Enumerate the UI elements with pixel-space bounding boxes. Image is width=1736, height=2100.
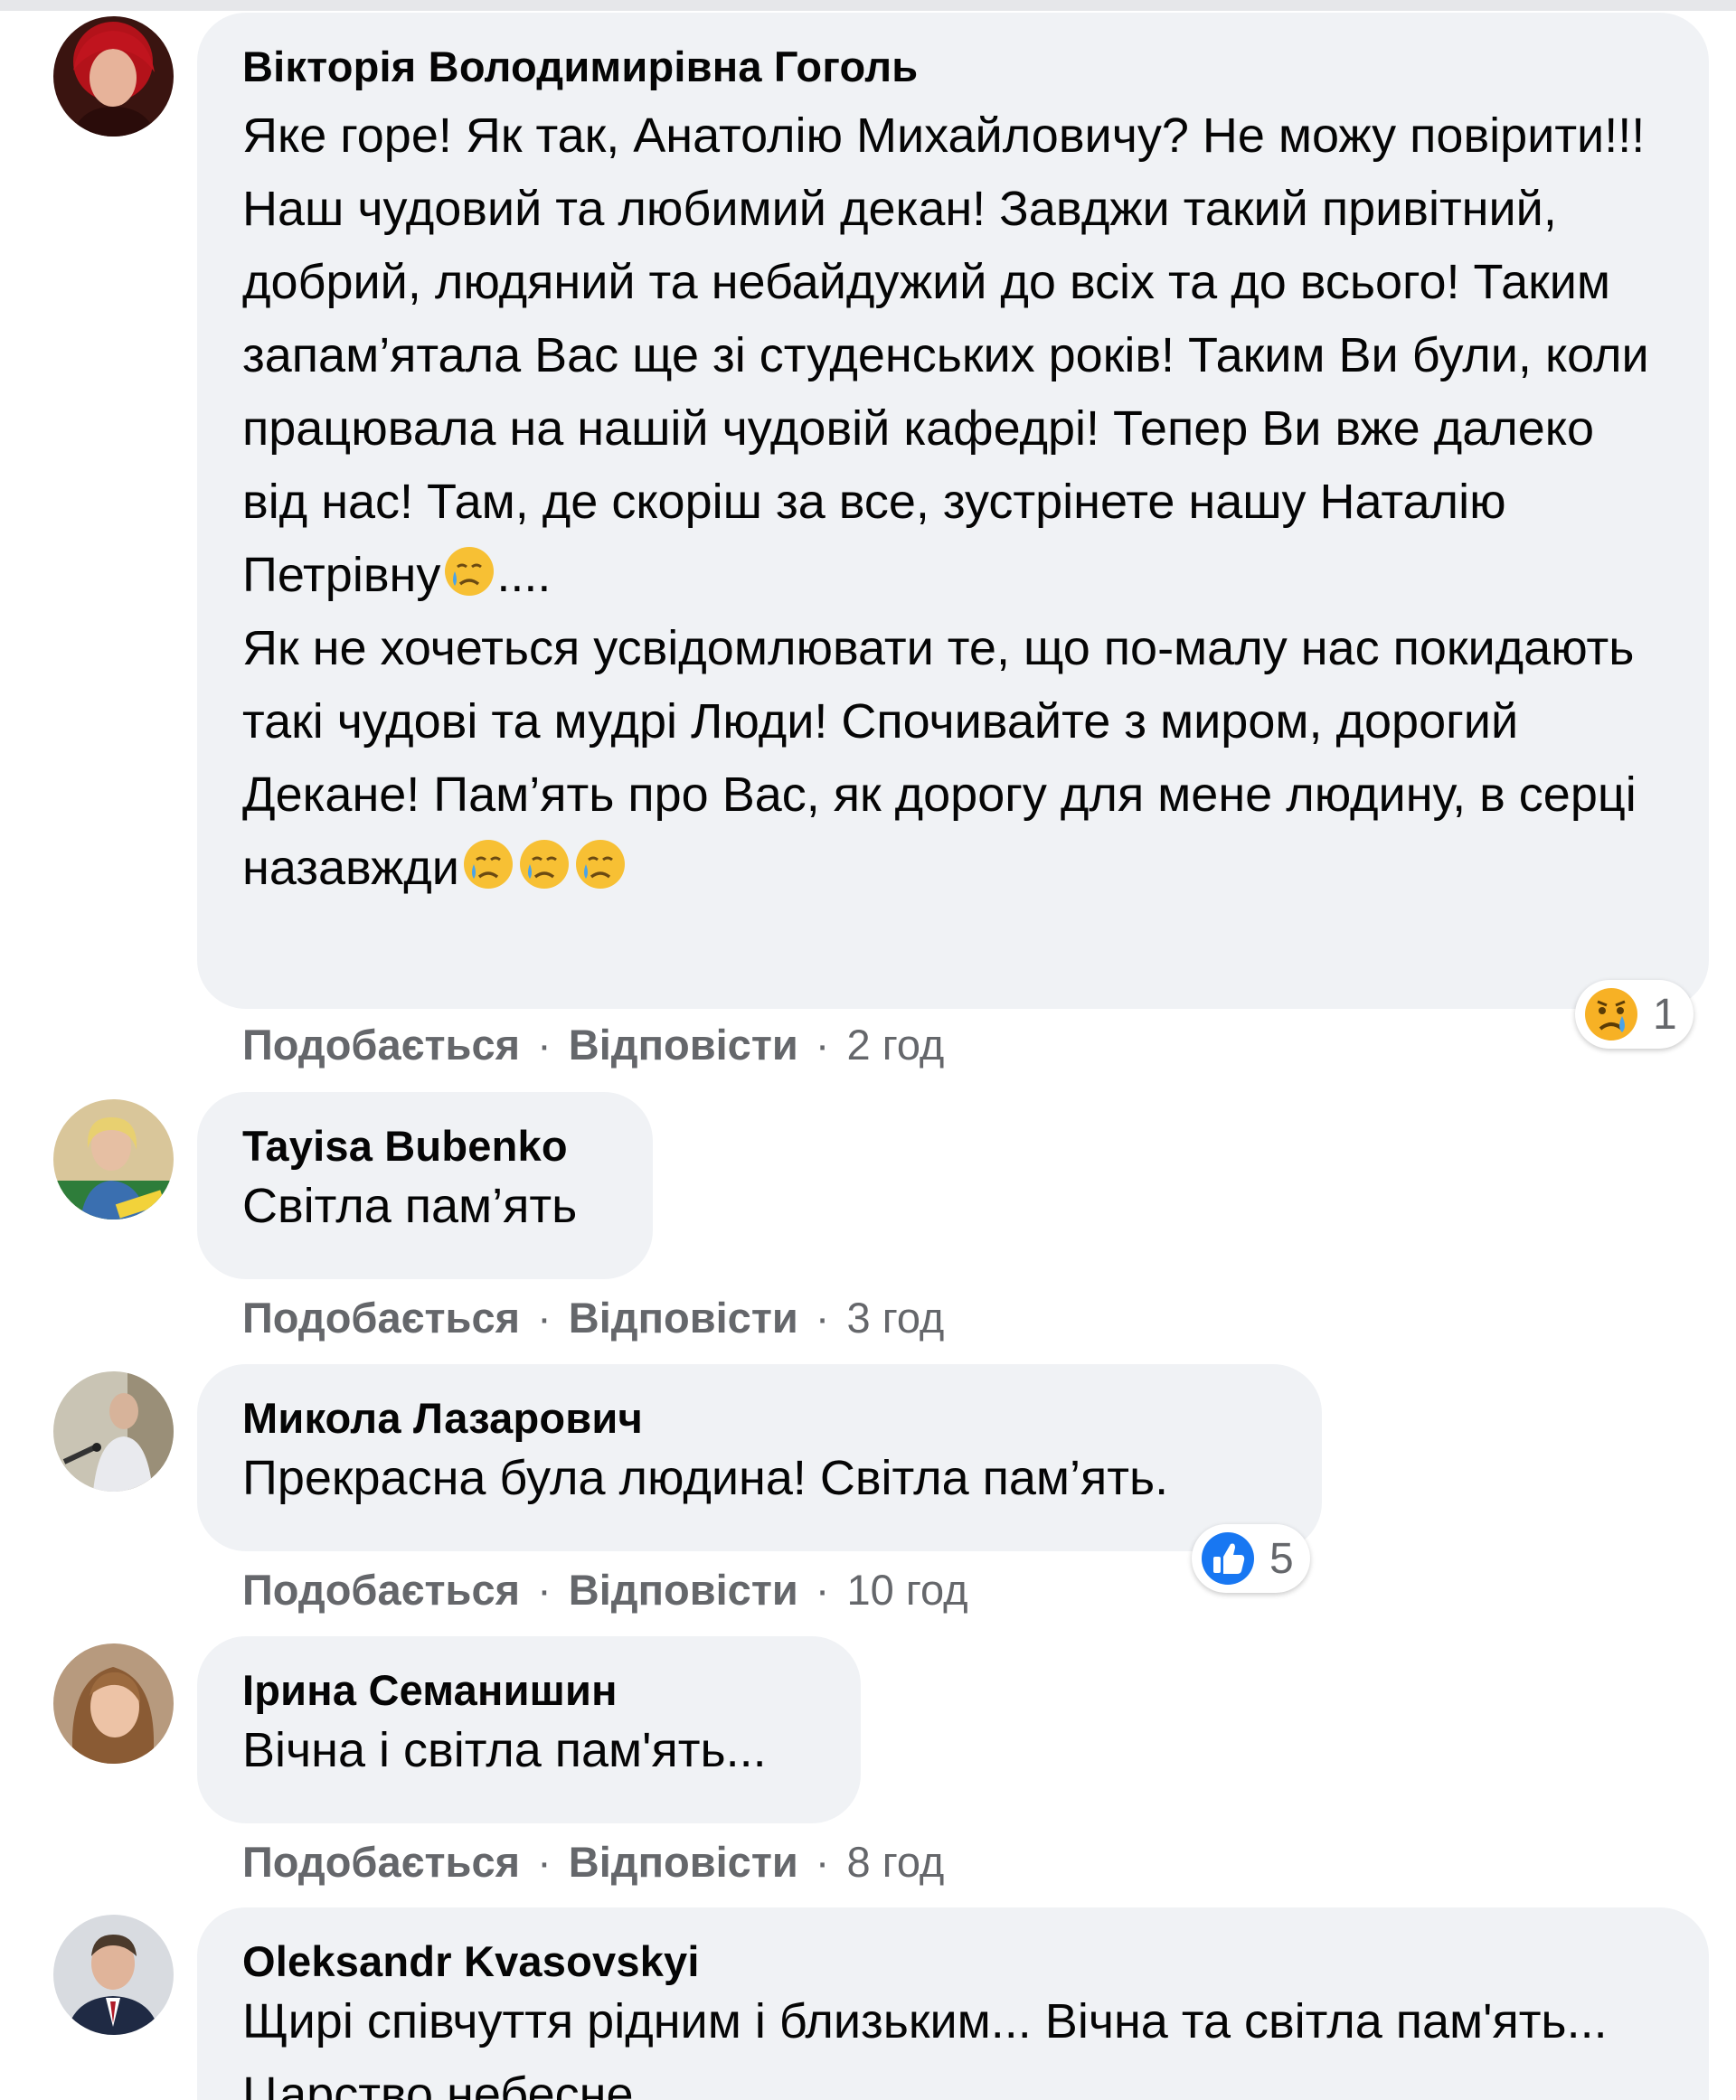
top-divider [0,0,1736,11]
comment-bubble: Вікторія Володимирівна Гоголь Яке горе! … [197,13,1709,1009]
separator: · [537,1566,552,1614]
crying-face-icon [575,840,625,889]
timestamp[interactable]: 8 год [847,1838,945,1886]
reaction-summary[interactable]: 1 [1575,980,1694,1049]
comment-text: Щирі співчуття рідним і близьким... Вічн… [242,1994,1608,2100]
comment-text: Світла пам’ять [242,1179,578,1233]
reply-link[interactable]: Відповісти [569,1021,798,1069]
avatar[interactable] [53,1915,174,2035]
comment-author[interactable]: Ірина Семанишин [242,1663,816,1718]
comment-text: Вічна і світла пам'ять... [242,1723,767,1777]
comment-actions: Подобається · Відповісти · 8 год [242,1835,944,1889]
comment-author[interactable]: Tayisa Bubenko [242,1119,608,1173]
comment-bubble: Ірина Семанишин Вічна і світла пам'ять..… [197,1636,861,1823]
reaction-count: 5 [1269,1534,1294,1583]
avatar[interactable] [53,16,174,137]
comments-screen: Вікторія Володимирівна Гоголь Яке горе! … [0,0,1736,2100]
comment-bubble: Микола Лазарович Прекрасна була людина! … [197,1364,1322,1551]
crying-face-icon [445,547,495,596]
reaction-count: 1 [1653,990,1677,1039]
comment-ellipsis: .... [496,548,552,602]
like-link[interactable]: Подобається [242,1021,520,1069]
separator: · [815,1838,830,1886]
separator: · [815,1294,830,1342]
separator: · [815,1566,830,1614]
separator: · [537,1294,552,1342]
like-link[interactable]: Подобається [242,1294,520,1342]
avatar[interactable] [53,1099,174,1220]
separator: · [815,1021,830,1069]
like-link[interactable]: Подобається [242,1838,520,1886]
reply-link[interactable]: Відповісти [569,1294,798,1342]
sad-reaction-icon [1585,988,1637,1041]
timestamp[interactable]: 3 год [847,1294,945,1342]
comment-actions: Подобається · Відповісти · 3 год [242,1291,944,1345]
comment-author[interactable]: Микола Лазарович [242,1391,1277,1446]
reaction-summary[interactable]: 5 [1192,1524,1310,1593]
comment-text: Прекрасна була людина! Світла пам’ять. [242,1451,1169,1505]
comment-paragraph: Яке горе! Як так, Анатолію Михайловичу? … [242,108,1649,602]
like-reaction-icon [1202,1532,1254,1585]
timestamp[interactable]: 10 год [847,1566,968,1614]
timestamp[interactable]: 2 год [847,1021,945,1069]
avatar[interactable] [53,1371,174,1492]
comment-bubble: Tayisa Bubenko Світла пам’ять [197,1092,653,1279]
reply-link[interactable]: Відповісти [569,1566,798,1614]
separator: · [537,1838,552,1886]
crying-face-icon [519,840,569,889]
comment-actions: Подобається · Відповісти · 10 год [242,1563,968,1617]
comment-author[interactable]: Вікторія Володимирівна Гоголь [242,40,1664,94]
separator: · [537,1021,552,1069]
crying-face-icon [463,840,513,889]
comment-author[interactable]: Oleksandr Kvasovskyi [242,1935,1664,1989]
reply-link[interactable]: Відповісти [569,1838,798,1886]
comment-text: Яке горе! Як так, Анатолію Михайловичу? … [242,99,1664,905]
comment-bubble: Oleksandr Kvasovskyi Щирі співчуття рідн… [197,1907,1709,2100]
avatar[interactable] [53,1643,174,1764]
comment-actions: Подобається · Відповісти · 2 год [242,1018,944,1072]
comment-paragraph: Як не хочеться усвідомлювати те, що по-м… [242,621,1637,895]
like-link[interactable]: Подобається [242,1566,520,1614]
